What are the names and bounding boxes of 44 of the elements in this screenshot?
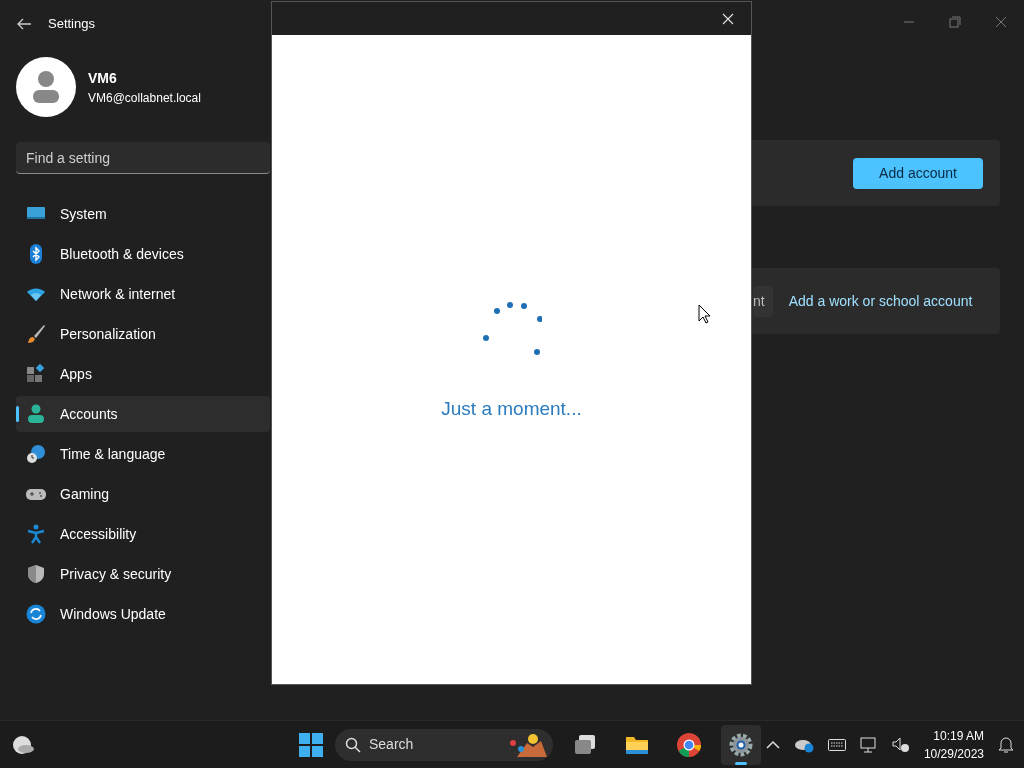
globe-clock-icon — [26, 444, 46, 464]
person-icon — [26, 404, 46, 424]
clock-time[interactable]: 10:19 AM — [933, 726, 984, 745]
window-title: Settings — [48, 15, 95, 34]
add-account-button[interactable]: Add account — [853, 157, 983, 189]
loading-spinner-icon — [481, 301, 542, 357]
nav-item[interactable]: Apps — [16, 356, 270, 392]
start-icon[interactable] — [299, 732, 323, 757]
nav-item[interactable]: Bluetooth & devices — [16, 236, 270, 272]
nav-item[interactable]: Network & internet — [16, 276, 270, 312]
weather-icon[interactable] — [11, 734, 35, 755]
taskbar-search-field[interactable]: Search — [335, 728, 553, 761]
mouse-cursor-icon — [698, 304, 711, 324]
user-name: VM6 — [88, 68, 118, 88]
muted-speaker-icon[interactable] — [891, 736, 910, 753]
keyboard-icon[interactable] — [827, 738, 846, 751]
shield-icon — [26, 564, 46, 584]
nav-item[interactable]: Privacy & security — [16, 556, 270, 592]
taskbar-app[interactable] — [721, 724, 761, 765]
loading-message: Just a moment... — [441, 397, 582, 421]
nav-item[interactable]: Time & language — [16, 436, 270, 472]
back-icon[interactable] — [16, 18, 32, 30]
user-email: VM6@collabnet.local — [88, 89, 201, 107]
chevron-up-icon[interactable] — [765, 739, 780, 750]
browser-icon[interactable] — [676, 731, 702, 758]
settings-icon[interactable] — [728, 731, 754, 758]
nav-item[interactable]: Personalization — [16, 316, 270, 352]
accessibility-icon — [26, 524, 46, 544]
nav-item[interactable]: Accounts — [16, 396, 270, 432]
settings-search-field[interactable]: Find a setting — [16, 142, 270, 174]
work-account-link[interactable]: Add a work or school account — [788, 290, 973, 312]
nav-item[interactable]: System — [16, 196, 270, 232]
apps-icon — [26, 364, 46, 384]
bell-icon[interactable] — [998, 735, 1014, 754]
brush-icon — [26, 324, 46, 344]
update-icon — [26, 604, 46, 624]
search-icon — [345, 736, 361, 753]
clock-date[interactable]: 10/29/2023 — [923, 744, 984, 763]
account-button[interactable]: nt — [753, 285, 773, 317]
nav-item[interactable]: Accessibility — [16, 516, 270, 552]
maximize-icon[interactable] — [949, 16, 961, 28]
nav-item[interactable]: Gaming — [16, 476, 270, 512]
nav-item[interactable]: Windows Update — [16, 596, 270, 632]
person-icon — [31, 70, 61, 104]
